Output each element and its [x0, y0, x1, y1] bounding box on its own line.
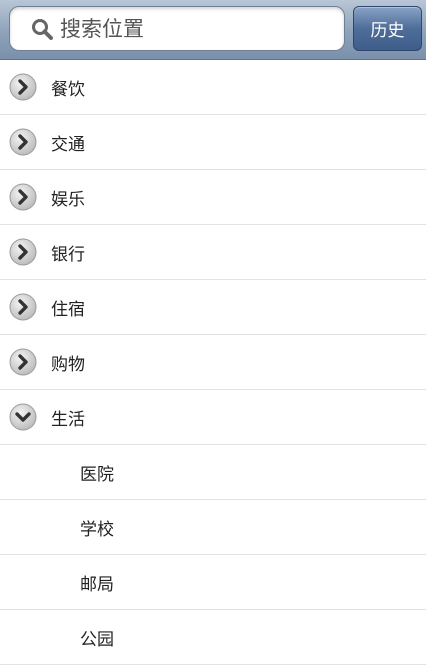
- category-label: 生活: [51, 409, 85, 430]
- top-bar: 历史: [0, 0, 426, 60]
- chevron-right-icon: [9, 128, 37, 156]
- category-row-dining[interactable]: 餐饮: [0, 60, 426, 115]
- subcategory-label: 学校: [80, 519, 114, 540]
- history-button[interactable]: 历史: [353, 6, 422, 51]
- search-input[interactable]: [60, 16, 330, 41]
- chevron-right-icon: [9, 293, 37, 321]
- category-row-transport[interactable]: 交通: [0, 115, 426, 170]
- category-row-lodging[interactable]: 住宿: [0, 280, 426, 335]
- chevron-right-icon: [9, 73, 37, 101]
- subcategory-row[interactable]: 公园: [0, 610, 426, 665]
- category-label: 购物: [51, 354, 85, 375]
- category-label: 餐饮: [51, 79, 85, 100]
- subcategory-label: 邮局: [80, 574, 114, 595]
- search-box[interactable]: [9, 6, 345, 51]
- chevron-right-icon: [9, 238, 37, 266]
- search-icon: [32, 18, 53, 40]
- chevron-down-icon: [9, 403, 37, 431]
- category-row-life[interactable]: 生活: [0, 390, 426, 445]
- chevron-right-icon: [9, 348, 37, 376]
- category-row-shopping[interactable]: 购物: [0, 335, 426, 390]
- subcategory-row[interactable]: 医院: [0, 445, 426, 500]
- category-label: 住宿: [51, 299, 85, 320]
- subcategory-row[interactable]: 学校: [0, 500, 426, 555]
- category-label: 娱乐: [51, 189, 85, 210]
- category-row-entertainment[interactable]: 娱乐: [0, 170, 426, 225]
- chevron-right-icon: [9, 183, 37, 211]
- category-list: 餐饮 交通 娱乐 银行 住宿 购物 生活 医院 学校 邮局 公园: [0, 60, 426, 665]
- category-label: 交通: [51, 134, 85, 155]
- category-row-bank[interactable]: 银行: [0, 225, 426, 280]
- subcategory-label: 医院: [80, 464, 114, 485]
- subcategory-row[interactable]: 邮局: [0, 555, 426, 610]
- subcategory-label: 公园: [80, 629, 114, 650]
- category-label: 银行: [51, 244, 85, 265]
